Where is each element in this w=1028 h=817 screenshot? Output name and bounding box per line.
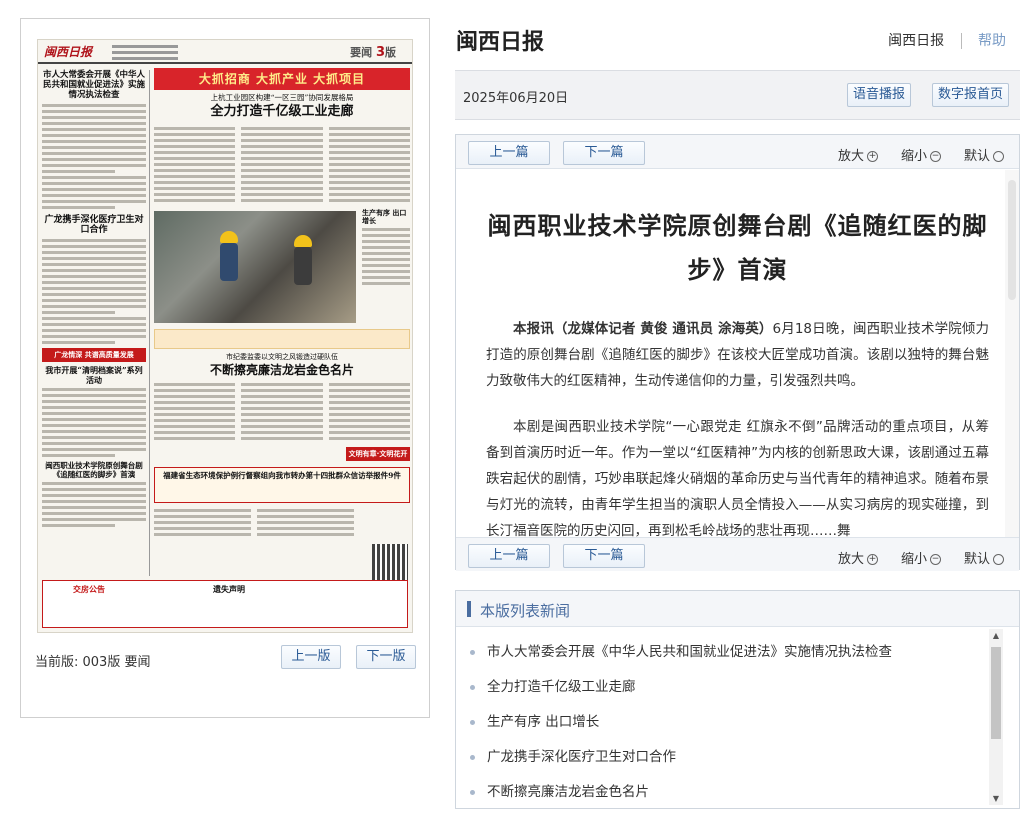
paper-main-headline[interactable]: 全力打造千亿级工业走廊 bbox=[154, 104, 410, 120]
zoom-out-button[interactable]: 缩小 − bbox=[901, 145, 942, 164]
article-scrollbar[interactable] bbox=[1005, 170, 1019, 537]
paper-headline-3[interactable]: 我市开展“清明档案说”系列活动 bbox=[42, 365, 146, 385]
zoom-in-button[interactable]: 放大 + bbox=[838, 145, 879, 164]
article-panel: 上一篇 下一篇 放大 + 缩小 − 默认 闽西职业技术学院原创舞台剧《追随红医的脚步… bbox=[455, 134, 1020, 571]
paper-side-article: 生产有序 出口增长 bbox=[362, 208, 410, 289]
article-title: 闽西职业技术学院原创舞台剧《追随红医的脚步》首演 bbox=[487, 212, 988, 284]
zoom-default-button[interactable]: 默认 bbox=[964, 145, 1005, 164]
zoom-in-button-bottom[interactable]: 放大 + bbox=[838, 548, 879, 567]
next-page-button[interactable]: 下一版 bbox=[356, 645, 416, 669]
digital-home-button[interactable]: 数字报首页 bbox=[932, 83, 1010, 107]
paper-masthead: 闽西日报 要闻 3版 bbox=[38, 40, 412, 64]
scroll-thumb[interactable] bbox=[991, 647, 1001, 739]
news-list-item[interactable]: 广龙携手深化医疗卫生对口合作 bbox=[470, 745, 676, 765]
qr-code-icon bbox=[372, 544, 408, 580]
plus-icon: + bbox=[867, 151, 879, 162]
paper-logo: 闽西日报 bbox=[44, 45, 93, 59]
circle-icon bbox=[993, 554, 1005, 565]
scroll-down-icon[interactable]: ▼ bbox=[991, 794, 1001, 803]
news-list-title: 本版列表新闻 bbox=[480, 602, 571, 620]
issue-date: 2025年06月20日 bbox=[463, 91, 569, 106]
paper-subheadline-2: 市纪委监委以文明之风锻造过硬队伍 bbox=[226, 352, 338, 361]
news-list-header: 本版列表新闻 bbox=[456, 591, 1019, 627]
article-toolbar-top: 上一篇 下一篇 放大 + 缩小 − 默认 bbox=[456, 135, 1019, 169]
scroll-up-icon[interactable]: ▲ bbox=[991, 631, 1001, 640]
next-article-button[interactable]: 下一篇 bbox=[563, 141, 645, 165]
prev-article-button[interactable]: 上一篇 bbox=[468, 141, 550, 165]
article-content: 闽西职业技术学院原创舞台剧《追随红医的脚步》首演 本报讯（龙媒体记者 黄俊 通讯… bbox=[456, 170, 1019, 537]
edition-footer: 当前版: 003版 要闻 上一版 下一版 bbox=[21, 645, 429, 673]
paper-edition: 要闻 3版 bbox=[350, 45, 396, 60]
top-nav: 闽西日报 帮助 bbox=[888, 30, 1006, 50]
news-list-item[interactable]: 生产有序 出口增长 bbox=[470, 710, 599, 730]
article-paragraph-2: 本剧是闽西职业技术学院“一心跟党走 红旗永不倒”品牌活动的重点项目，从筹备到首演… bbox=[486, 419, 989, 537]
paper-right-column: 大抓招商 大抓产业 大抓项目 上杭工业园区构建“一区三园”协同发展格局 全力打造… bbox=[154, 68, 410, 578]
minus-icon: − bbox=[930, 554, 942, 565]
paper-gov-notice[interactable]: 福建省生态环境保护例行督察组向我市转办第十四批群众信访举报件9件 bbox=[154, 467, 410, 504]
zoom-default-button-bottom[interactable]: 默认 bbox=[964, 548, 1005, 567]
newspaper-page-image[interactable]: 闽西日报 要闻 3版 市人大常委会开展《中华人民共和国就业促进法》实施情况执法检… bbox=[37, 39, 413, 633]
article-toolbar-bottom: 上一篇 下一篇 放大 + 缩小 − 默认 bbox=[456, 537, 1019, 571]
plus-icon: + bbox=[867, 554, 879, 565]
site-header: 闽西日报 闽西日报 帮助 bbox=[456, 22, 1008, 62]
paper-headline-4[interactable]: 闽西职业技术学院原创舞台剧《追随红医的脚步》首演 bbox=[42, 461, 146, 479]
prev-article-button-bottom[interactable]: 上一篇 bbox=[468, 544, 550, 568]
paper-left-column: 市人大常委会开展《中华人民共和国就业促进法》实施情况执法检查 广龙携手深化医疗卫… bbox=[42, 70, 146, 576]
paper-headline-1[interactable]: 市人大常委会开展《中华人民共和国就业促进法》实施情况执法检查 bbox=[42, 70, 146, 101]
next-article-button-bottom[interactable]: 下一篇 bbox=[563, 544, 645, 568]
circle-icon bbox=[993, 151, 1005, 162]
nav-home-link[interactable]: 闽西日报 bbox=[888, 33, 944, 49]
site-title: 闽西日报 bbox=[456, 30, 545, 55]
article-byline: 本报讯（龙媒体记者 黄俊 通讯员 涂海英） bbox=[513, 321, 773, 337]
voice-broadcast-button[interactable]: 语音播报 bbox=[847, 83, 912, 107]
zoom-out-button-bottom[interactable]: 缩小 − bbox=[901, 548, 942, 567]
paper-subheadline: 上杭工业园区构建“一区三园”协同发展格局 bbox=[210, 93, 354, 102]
nav-help-link[interactable]: 帮助 bbox=[978, 33, 1006, 49]
article-paragraph-1: 本报讯（龙媒体记者 黄俊 通讯员 涂海英）6月18日晚，闽西职业技术学院倾力打造… bbox=[486, 321, 989, 389]
paper-red-tag: 文明有章·文明花开 bbox=[346, 447, 410, 462]
current-edition: 当前版: 003版 要闻 bbox=[35, 655, 151, 670]
edition-news-list: 本版列表新闻 市人大常委会开展《中华人民共和国就业促进法》实施情况执法检查 全力… bbox=[455, 590, 1020, 809]
minus-icon: − bbox=[930, 151, 942, 162]
news-list-scrollbar[interactable]: ▲ ▼ bbox=[989, 629, 1003, 805]
paper-red-bar: 广龙情深 共谱高质量发展 bbox=[42, 348, 146, 363]
news-list-item[interactable]: 全力打造千亿级工业走廊 bbox=[470, 675, 636, 695]
paper-ad-strip: 交房公告 遗失声明 bbox=[42, 580, 408, 628]
prev-page-button[interactable]: 上一版 bbox=[281, 645, 341, 669]
news-list-item[interactable]: 市人大常委会开展《中华人民共和国就业促进法》实施情况执法检查 bbox=[470, 640, 892, 660]
paper-headline-5[interactable]: 不断擦亮廉洁龙岩金色名片 bbox=[154, 363, 410, 377]
newspaper-panel: 闽西日报 要闻 3版 市人大常委会开展《中华人民共和国就业促进法》实施情况执法检… bbox=[20, 18, 430, 718]
paper-banner: 大抓招商 大抓产业 大抓项目 bbox=[154, 68, 410, 90]
news-list-item[interactable]: 不断擦亮廉洁龙岩金色名片 bbox=[470, 780, 649, 800]
paper-photo-factory[interactable] bbox=[154, 210, 356, 323]
paper-headline-2[interactable]: 广龙携手深化医疗卫生对口合作 bbox=[42, 215, 146, 237]
date-bar: 2025年06月20日 语音播报 数字报首页 bbox=[455, 70, 1020, 120]
